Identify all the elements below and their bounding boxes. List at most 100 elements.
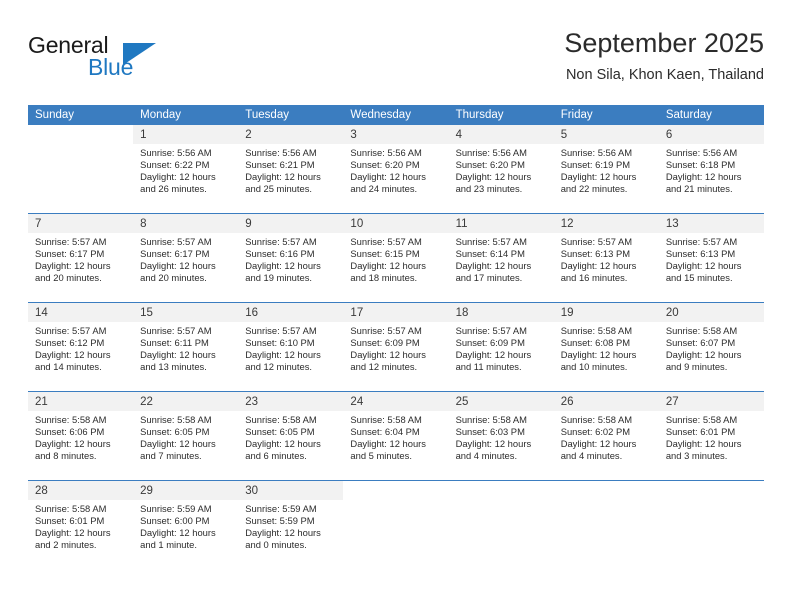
day-cell[interactable]: 19 Sunrise: 5:58 AM Sunset: 6:08 PM Dayl… — [553, 302, 659, 392]
daylight-text-line1: Daylight: 12 hours — [245, 171, 321, 183]
daylight-text-line1: Daylight: 12 hours — [245, 438, 321, 450]
calendar-week-row: 7 Sunrise: 5:57 AM Sunset: 6:17 PM Dayli… — [28, 213, 764, 303]
sunrise-text: Sunrise: 5:56 AM — [560, 147, 633, 158]
day-details — [28, 144, 133, 147]
day-cell[interactable]: 18 Sunrise: 5:57 AM Sunset: 6:09 PM Dayl… — [448, 302, 554, 392]
page-header: General Blue September 2025 Non Sila, Kh… — [28, 26, 764, 98]
day-cell[interactable]: 25 Sunrise: 5:58 AM Sunset: 6:03 PM Dayl… — [448, 391, 554, 481]
sunset-text: Sunset: 6:01 PM — [35, 515, 105, 527]
day-cell[interactable]: 24 Sunrise: 5:58 AM Sunset: 6:04 PM Dayl… — [343, 391, 449, 481]
daylight-text-line1: Daylight: 12 hours — [665, 171, 742, 183]
day-cell[interactable]: 27 Sunrise: 5:58 AM Sunset: 6:01 PM Dayl… — [658, 391, 764, 481]
day-number: 3 — [343, 125, 449, 144]
daylight-text-line2: and 1 minute. — [140, 539, 197, 551]
day-cell[interactable]: 12 Sunrise: 5:57 AM Sunset: 6:13 PM Dayl… — [553, 213, 659, 303]
daylight-text-line1: Daylight: 12 hours — [35, 260, 111, 272]
sunrise-text: Sunrise: 5:57 AM — [350, 325, 422, 336]
day-number: 17 — [343, 303, 449, 322]
day-cell[interactable]: 3 Sunrise: 5:56 AM Sunset: 6:20 PM Dayli… — [343, 125, 449, 214]
day-details: Sunrise: 5:57 AM Sunset: 6:12 PM Dayligh… — [28, 322, 133, 373]
day-cell[interactable]: 15 Sunrise: 5:57 AM Sunset: 6:11 PM Dayl… — [133, 302, 239, 392]
day-cell[interactable]: 8 Sunrise: 5:57 AM Sunset: 6:17 PM Dayli… — [133, 213, 239, 303]
day-details — [659, 500, 764, 503]
day-cell[interactable]: 23 Sunrise: 5:58 AM Sunset: 6:05 PM Dayl… — [238, 391, 344, 481]
day-number: 21 — [28, 392, 134, 411]
day-details: Sunrise: 5:59 AM Sunset: 6:00 PM Dayligh… — [133, 500, 238, 551]
sunset-text: Sunset: 6:10 PM — [245, 337, 315, 349]
day-cell[interactable]: 11 Sunrise: 5:57 AM Sunset: 6:14 PM Dayl… — [448, 213, 554, 303]
day-details: Sunrise: 5:58 AM Sunset: 6:03 PM Dayligh… — [449, 411, 554, 462]
sunrise-text: Sunrise: 5:56 AM — [665, 147, 738, 158]
day-details: Sunrise: 5:57 AM Sunset: 6:15 PM Dayligh… — [343, 233, 448, 284]
daylight-text-line1: Daylight: 12 hours — [245, 349, 321, 361]
daylight-text-line2: and 12 minutes. — [245, 361, 312, 373]
day-number: 2 — [238, 125, 344, 144]
sunset-text: Sunset: 6:02 PM — [560, 426, 631, 438]
general-blue-logo[interactable]: General Blue — [28, 32, 188, 88]
daylight-text-line2: and 24 minutes. — [350, 183, 418, 195]
day-cell — [343, 480, 449, 569]
day-number: 11 — [448, 214, 554, 233]
day-cell[interactable]: 21 Sunrise: 5:58 AM Sunset: 6:06 PM Dayl… — [28, 391, 134, 481]
sunrise-text: Sunrise: 5:58 AM — [665, 325, 738, 336]
day-number — [28, 125, 134, 144]
day-number: 6 — [658, 125, 764, 144]
day-details: Sunrise: 5:58 AM Sunset: 6:08 PM Dayligh… — [554, 322, 659, 373]
day-details: Sunrise: 5:59 AM Sunset: 5:59 PM Dayligh… — [238, 500, 343, 551]
daylight-text-line2: and 20 minutes. — [140, 272, 207, 284]
day-cell[interactable]: 28 Sunrise: 5:58 AM Sunset: 6:01 PM Dayl… — [28, 480, 134, 569]
day-details: Sunrise: 5:56 AM Sunset: 6:18 PM Dayligh… — [659, 144, 764, 195]
day-cell[interactable]: 29 Sunrise: 5:59 AM Sunset: 6:00 PM Dayl… — [133, 480, 239, 569]
day-details: Sunrise: 5:58 AM Sunset: 6:05 PM Dayligh… — [133, 411, 238, 462]
sunset-text: Sunset: 5:59 PM — [245, 515, 315, 527]
calendar-page: General Blue September 2025 Non Sila, Kh… — [0, 0, 792, 612]
sunset-text: Sunset: 6:05 PM — [140, 426, 210, 438]
weekday-header-monday: Monday — [133, 105, 239, 125]
day-cell — [448, 480, 554, 569]
sunset-text: Sunset: 6:16 PM — [245, 248, 315, 260]
day-number: 30 — [238, 481, 344, 500]
day-details: Sunrise: 5:56 AM Sunset: 6:19 PM Dayligh… — [554, 144, 659, 195]
day-cell[interactable]: 6 Sunrise: 5:56 AM Sunset: 6:18 PM Dayli… — [658, 125, 764, 214]
day-details: Sunrise: 5:56 AM Sunset: 6:20 PM Dayligh… — [343, 144, 448, 195]
day-cell[interactable]: 4 Sunrise: 5:56 AM Sunset: 6:20 PM Dayli… — [448, 125, 554, 214]
sunset-text: Sunset: 6:20 PM — [350, 159, 420, 171]
sunrise-text: Sunrise: 5:57 AM — [665, 236, 738, 247]
daylight-text-line2: and 11 minutes. — [455, 361, 522, 373]
sunrise-text: Sunrise: 5:59 AM — [245, 503, 317, 514]
sunset-text: Sunset: 6:17 PM — [35, 248, 105, 260]
day-number: 1 — [133, 125, 239, 144]
day-details: Sunrise: 5:56 AM Sunset: 6:22 PM Dayligh… — [133, 144, 238, 195]
daylight-text-line2: and 23 minutes. — [455, 183, 523, 195]
sunset-text: Sunset: 6:12 PM — [35, 337, 105, 349]
day-cell[interactable]: 17 Sunrise: 5:57 AM Sunset: 6:09 PM Dayl… — [343, 302, 449, 392]
day-cell[interactable]: 22 Sunrise: 5:58 AM Sunset: 6:05 PM Dayl… — [133, 391, 239, 481]
day-number: 27 — [658, 392, 764, 411]
day-details: Sunrise: 5:57 AM Sunset: 6:10 PM Dayligh… — [238, 322, 343, 373]
day-cell[interactable]: 16 Sunrise: 5:57 AM Sunset: 6:10 PM Dayl… — [238, 302, 344, 392]
sunset-text: Sunset: 6:03 PM — [455, 426, 525, 438]
sunset-text: Sunset: 6:19 PM — [560, 159, 631, 171]
day-cell[interactable]: 26 Sunrise: 5:58 AM Sunset: 6:02 PM Dayl… — [553, 391, 659, 481]
sunrise-text: Sunrise: 5:58 AM — [560, 414, 633, 425]
day-cell[interactable]: 13 Sunrise: 5:57 AM Sunset: 6:13 PM Dayl… — [658, 213, 764, 303]
day-cell[interactable]: 14 Sunrise: 5:57 AM Sunset: 6:12 PM Dayl… — [28, 302, 134, 392]
day-cell[interactable]: 10 Sunrise: 5:57 AM Sunset: 6:15 PM Dayl… — [343, 213, 449, 303]
sunset-text: Sunset: 6:21 PM — [245, 159, 315, 171]
daylight-text-line2: and 6 minutes. — [245, 450, 307, 462]
calendar-body: 1 Sunrise: 5:56 AM Sunset: 6:22 PM Dayli… — [28, 125, 764, 569]
day-cell[interactable]: 7 Sunrise: 5:57 AM Sunset: 6:17 PM Dayli… — [28, 213, 134, 303]
sunset-text: Sunset: 6:00 PM — [140, 515, 210, 527]
day-cell[interactable]: 20 Sunrise: 5:58 AM Sunset: 6:07 PM Dayl… — [658, 302, 764, 392]
calendar-header-row: Sunday Monday Tuesday Wednesday Thursday… — [28, 105, 764, 125]
day-cell[interactable]: 5 Sunrise: 5:56 AM Sunset: 6:19 PM Dayli… — [553, 125, 659, 214]
day-cell[interactable]: 9 Sunrise: 5:57 AM Sunset: 6:16 PM Dayli… — [238, 213, 344, 303]
day-cell[interactable]: 1 Sunrise: 5:56 AM Sunset: 6:22 PM Dayli… — [133, 125, 239, 214]
day-cell[interactable]: 30 Sunrise: 5:59 AM Sunset: 5:59 PM Dayl… — [238, 480, 344, 569]
sunrise-text: Sunrise: 5:57 AM — [350, 236, 422, 247]
calendar-week-row: 21 Sunrise: 5:58 AM Sunset: 6:06 PM Dayl… — [28, 391, 764, 481]
day-cell[interactable]: 2 Sunrise: 5:56 AM Sunset: 6:21 PM Dayli… — [238, 125, 344, 214]
sunset-text: Sunset: 6:18 PM — [665, 159, 736, 171]
sunset-text: Sunset: 6:20 PM — [455, 159, 525, 171]
daylight-text-line1: Daylight: 12 hours — [140, 171, 216, 183]
